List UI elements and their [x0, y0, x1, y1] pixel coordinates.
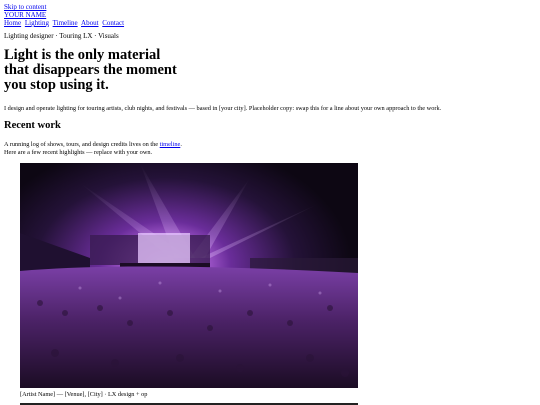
nav-lighting-link[interactable]: Lighting	[25, 19, 49, 27]
recent-work-paragraph: A running log of shows, tours, and desig…	[4, 141, 182, 157]
site-name-link[interactable]: YOUR NAME	[4, 11, 46, 19]
tagline: Lighting designer · Touring LX · Visuals	[4, 32, 119, 40]
nav-timeline-link[interactable]: Timeline	[53, 19, 78, 27]
headline-line: Light is the only material	[4, 47, 161, 63]
recent-text: Here are a few recent highlights — repla…	[4, 149, 153, 156]
recent-work-heading: Recent work	[4, 120, 61, 131]
timeline-link[interactable]: timeline	[160, 141, 181, 148]
featured-concert-photo	[20, 163, 358, 388]
nav-contact-link[interactable]: Contact	[102, 19, 124, 27]
nav-about-link[interactable]: About	[81, 19, 99, 27]
headline-line: that disappears the moment	[4, 62, 177, 78]
intro-paragraph: I design and operate lighting for tourin…	[4, 105, 442, 112]
headline-line: you stop using it.	[4, 77, 109, 93]
nav-home-link[interactable]: Home	[4, 19, 21, 27]
skip-to-content-link[interactable]: Skip to content	[4, 3, 46, 11]
page-headline: Light is the only material that disappea…	[4, 48, 204, 93]
header: Skip to content YOUR NAME Home Lighting …	[4, 3, 126, 27]
recent-text: A running log of shows, tours, and desig…	[4, 141, 160, 148]
main-nav: Home Lighting Timeline About Contact	[4, 19, 126, 27]
recent-text: .	[180, 141, 182, 148]
photo-caption: [Artist Name] — [Venue], [City] · LX des…	[20, 391, 148, 398]
